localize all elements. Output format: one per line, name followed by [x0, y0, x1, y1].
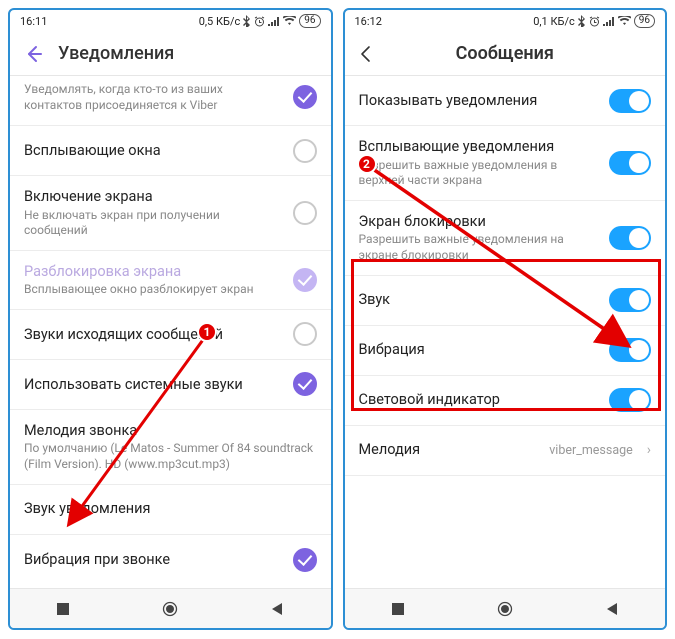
wifi-icon — [283, 16, 296, 26]
row-unlock[interactable]: Разблокировка экрана Всплывающее окно ра… — [10, 251, 331, 310]
row-label: Показывать уведомления — [359, 91, 600, 111]
row-label: Всплывающие уведомления — [359, 137, 600, 157]
row-label: Всплывающие окна — [24, 141, 283, 161]
row-label: Использовать системные звуки — [24, 375, 283, 395]
checkbox-off[interactable] — [293, 139, 317, 163]
row-system-sounds[interactable]: Использовать системные звуки — [10, 360, 331, 410]
phone-left-viber-notifications: 16:11 0,5 КБ/с 96 Уведомления — [8, 8, 333, 630]
row-label: Звук уведомления — [24, 499, 317, 519]
wifi-icon — [618, 16, 631, 26]
battery-level: 96 — [299, 14, 320, 28]
annotation-badge-2: 2 — [357, 154, 377, 174]
row-contact-joined[interactable]: Уведомлять, когда кто-то из ваших контак… — [10, 76, 331, 126]
signal-icon — [268, 16, 280, 26]
row-label: Вибрация при звонке — [24, 550, 283, 570]
annotation-badge-1: 1 — [197, 322, 217, 342]
settings-list: Уведомлять, когда кто-то из ваших контак… — [10, 76, 331, 588]
row-lockscreen[interactable]: Экран блокировки Разрешить важные уведом… — [345, 201, 666, 276]
bluetooth-icon — [578, 15, 586, 27]
row-screen-on[interactable]: Включение экрана Не включать экран при п… — [10, 176, 331, 251]
nav-recents-button[interactable] — [376, 602, 420, 616]
row-label: Экран блокировки — [359, 212, 600, 232]
toggle-on[interactable] — [609, 89, 651, 113]
toggle-on[interactable] — [609, 151, 651, 175]
nav-home-button[interactable] — [483, 600, 527, 618]
bluetooth-icon — [243, 15, 251, 27]
status-bar: 16:12 0,1 КБ/с 96 — [345, 10, 666, 32]
alarm-icon — [254, 16, 265, 27]
nav-back-button[interactable] — [590, 602, 634, 616]
row-ringtone[interactable]: Мелодия viber_message › — [345, 426, 666, 476]
row-sub: По умолчанию (Le Matos - Summer Of 84 so… — [24, 441, 317, 472]
checkbox-on[interactable] — [293, 85, 317, 109]
nav-home-button[interactable] — [148, 600, 192, 618]
row-label: Включение экрана — [24, 187, 283, 207]
toggle-on[interactable] — [609, 338, 651, 362]
status-right: 0,5 КБ/с 96 — [199, 14, 321, 28]
row-vibration[interactable]: Вибрация — [345, 326, 666, 376]
status-time: 16:11 — [20, 15, 47, 28]
nav-bar — [10, 588, 331, 628]
checkbox-off[interactable] — [293, 201, 317, 225]
row-sub: Уведомлять, когда кто-то из ваших контак… — [24, 82, 283, 113]
status-right: 0,1 КБ/с 96 — [533, 14, 655, 28]
row-ringtone[interactable]: Мелодия звонка По умолчанию (Le Matos - … — [10, 410, 331, 485]
row-light-indicator[interactable]: Световой индикатор — [345, 376, 666, 426]
checkbox-on[interactable] — [293, 372, 317, 396]
back-button[interactable] — [22, 43, 44, 65]
page-title: Уведомления — [58, 43, 174, 64]
toggle-on[interactable] — [609, 388, 651, 412]
chevron-right-icon: › — [647, 442, 651, 458]
header: Сообщения — [345, 32, 666, 76]
nav-bar — [345, 588, 666, 628]
row-label: Звуки исходящих сообщений — [24, 325, 283, 345]
nav-back-button[interactable] — [255, 602, 299, 616]
battery-level: 96 — [634, 14, 655, 28]
row-sub: Разрешить важные уведомления на экране б… — [359, 232, 600, 263]
alarm-icon — [589, 16, 600, 27]
phone-right-miui-messages: 16:12 0,1 КБ/с 96 Сообщения Показывать — [343, 8, 668, 630]
row-sound[interactable]: Звук — [345, 276, 666, 326]
row-label: Мелодия звонка — [24, 421, 317, 441]
row-popup-notifications[interactable]: Всплывающие уведомления Разрешить важные… — [345, 126, 666, 201]
status-time: 16:12 — [355, 15, 382, 28]
row-sub: Не включать экран при получении сообщени… — [24, 208, 283, 239]
settings-list: Показывать уведомления Всплывающие уведо… — [345, 76, 666, 588]
status-net: 0,5 КБ/с — [199, 15, 241, 28]
header: Уведомления — [10, 32, 331, 76]
row-sub: Разрешить важные уведомления в верхней ч… — [359, 158, 600, 189]
checkbox-on[interactable] — [293, 548, 317, 572]
toggle-on[interactable] — [609, 226, 651, 250]
row-notif-sound[interactable]: Звук уведомления — [10, 485, 331, 535]
row-label: Звук — [359, 290, 600, 310]
row-vibrate[interactable]: Вибрация при звонке — [10, 535, 331, 585]
back-button[interactable] — [357, 45, 375, 63]
status-net: 0,1 КБ/с — [533, 15, 575, 28]
row-sub: Всплывающее окно разблокирует экран — [24, 282, 283, 298]
row-label: Световой индикатор — [359, 390, 600, 410]
row-popups[interactable]: Всплывающие окна — [10, 126, 331, 176]
row-show-notifications[interactable]: Показывать уведомления — [345, 76, 666, 126]
row-label: Вибрация — [359, 340, 600, 360]
signal-icon — [603, 16, 615, 26]
row-label: Мелодия — [359, 440, 540, 460]
page-title: Сообщения — [456, 43, 554, 64]
status-bar: 16:11 0,5 КБ/с 96 — [10, 10, 331, 32]
nav-recents-button[interactable] — [41, 602, 85, 616]
toggle-on[interactable] — [609, 288, 651, 312]
row-outgoing-sounds[interactable]: Звуки исходящих сообщений — [10, 310, 331, 360]
checkbox-off[interactable] — [293, 322, 317, 346]
row-label: Разблокировка экрана — [24, 262, 283, 282]
checkbox-on-disabled — [293, 268, 317, 292]
ringtone-value: viber_message — [549, 443, 633, 458]
